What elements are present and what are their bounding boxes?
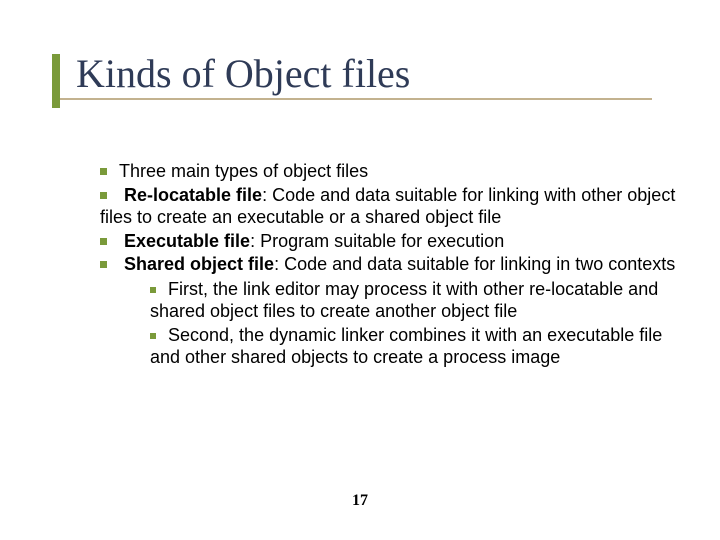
square-bullet-icon	[100, 192, 107, 199]
square-bullet-icon	[100, 168, 107, 175]
bullet-bold: Executable file	[124, 231, 250, 251]
bullet-item: Three main types of object files	[100, 160, 680, 183]
bullet-item: Shared object file: Code and data suitab…	[100, 253, 680, 276]
bullet-bold: Re-locatable file	[124, 185, 262, 205]
sub-bullet-item: First, the link editor may process it wi…	[150, 278, 680, 323]
slide: Kinds of Object files Three main types o…	[0, 0, 720, 540]
sub-bullet-text: First, the link editor may process it wi…	[150, 279, 658, 322]
bullet-item: Re-locatable file: Code and data suitabl…	[100, 184, 680, 229]
square-bullet-icon	[150, 287, 156, 293]
sub-bullet-item: Second, the dynamic linker combines it w…	[150, 324, 680, 369]
bullet-text: Three main types of object files	[119, 161, 368, 181]
bullet-text: : Code and data suitable for linking in …	[274, 254, 675, 274]
title-underline	[52, 98, 652, 100]
page-number: 17	[0, 492, 720, 510]
slide-title: Kinds of Object files	[76, 50, 410, 97]
accent-bar	[52, 54, 60, 108]
square-bullet-icon	[150, 333, 156, 339]
bullet-item: Executable file: Program suitable for ex…	[100, 230, 680, 253]
sub-bullet-text: Second, the dynamic linker combines it w…	[150, 325, 662, 368]
square-bullet-icon	[100, 238, 107, 245]
sub-list: First, the link editor may process it wi…	[150, 278, 680, 369]
bullet-text: : Program suitable for execution	[250, 231, 504, 251]
square-bullet-icon	[100, 261, 107, 268]
bullet-bold: Shared object file	[124, 254, 274, 274]
slide-content: Three main types of object files Re-loca…	[100, 160, 680, 370]
